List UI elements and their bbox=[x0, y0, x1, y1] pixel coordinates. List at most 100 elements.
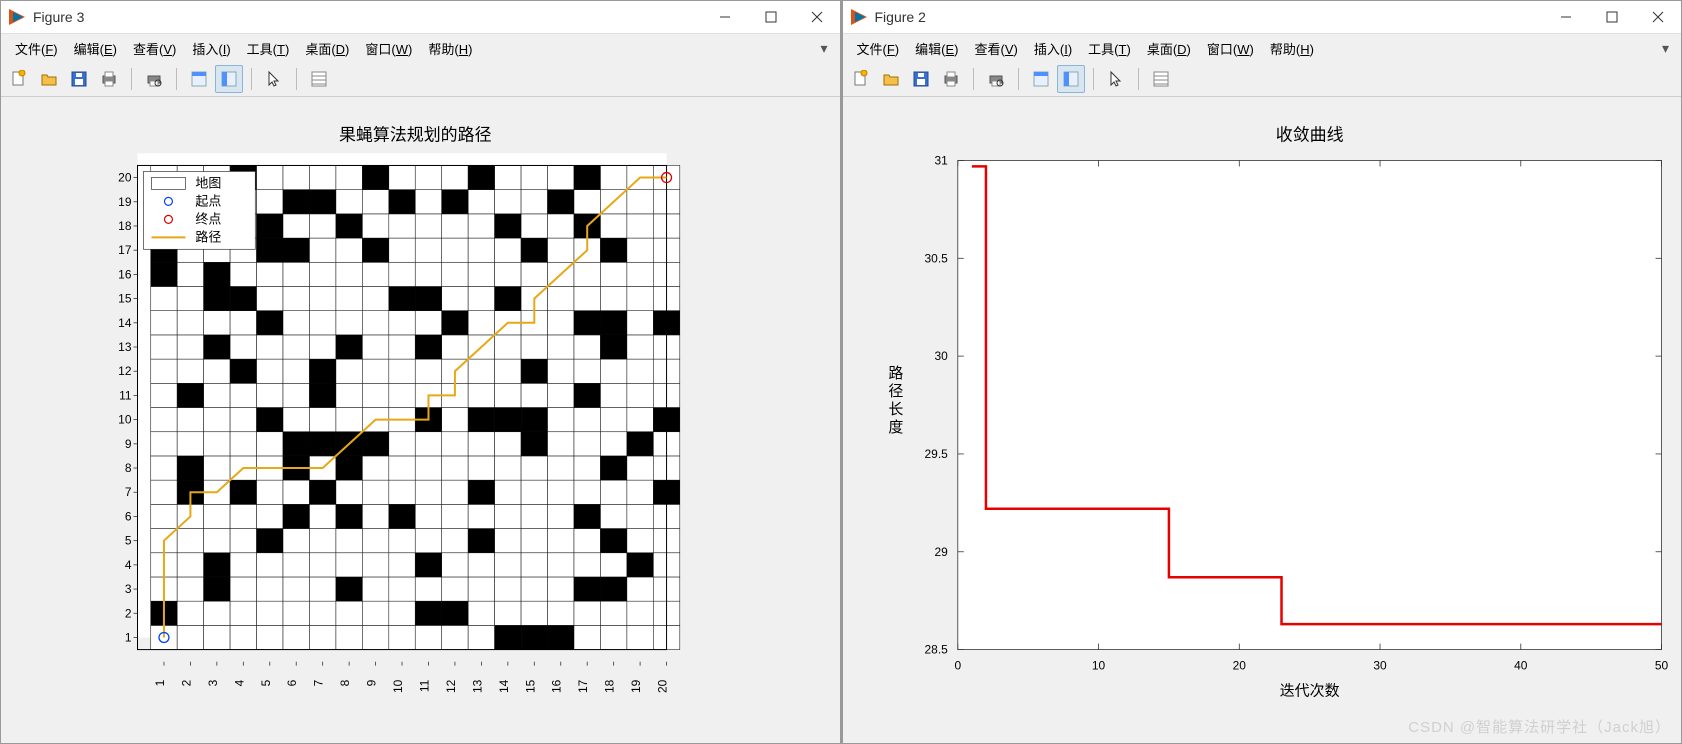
svg-text:30.5: 30.5 bbox=[924, 251, 948, 265]
toolbar-separator bbox=[131, 68, 132, 90]
menu-item[interactable]: 查看(V) bbox=[967, 37, 1026, 60]
svg-text:13: 13 bbox=[470, 679, 484, 693]
svg-text:19: 19 bbox=[629, 679, 643, 693]
svg-text:起点: 起点 bbox=[195, 193, 221, 208]
svg-text:11: 11 bbox=[119, 388, 132, 402]
matlab-icon bbox=[9, 9, 25, 25]
toolbar-separator bbox=[1018, 68, 1019, 90]
menu-item[interactable]: 窗口(W) bbox=[357, 37, 420, 60]
svg-text:0: 0 bbox=[954, 659, 961, 673]
svg-text:5: 5 bbox=[125, 534, 132, 548]
menu-item[interactable]: 插入(I) bbox=[184, 37, 238, 60]
minimize-button[interactable] bbox=[1543, 1, 1589, 33]
save-icon[interactable] bbox=[907, 65, 935, 93]
svg-text:6: 6 bbox=[285, 679, 299, 686]
toolbar-separator bbox=[973, 68, 974, 90]
toolbar-separator bbox=[296, 68, 297, 90]
svg-text:1: 1 bbox=[125, 630, 132, 644]
window-title: Figure 3 bbox=[33, 9, 84, 25]
svg-text:迭代次数: 迭代次数 bbox=[1279, 683, 1339, 700]
print-preview-icon[interactable] bbox=[982, 65, 1010, 93]
menubar: 文件(F)编辑(E)查看(V)插入(I)工具(T)桌面(D)窗口(W)帮助(H)… bbox=[1, 34, 840, 62]
new-figure-icon[interactable] bbox=[5, 65, 33, 93]
print-icon[interactable] bbox=[937, 65, 965, 93]
open-icon[interactable] bbox=[877, 65, 905, 93]
titlebar[interactable]: Figure 3 bbox=[1, 1, 840, 34]
titlebar[interactable]: Figure 2 bbox=[843, 1, 1682, 34]
svg-text:路径长度: 路径长度 bbox=[888, 365, 903, 436]
print-icon[interactable] bbox=[95, 65, 123, 93]
menu-item[interactable]: 帮助(H) bbox=[420, 37, 480, 60]
toolbar-separator bbox=[251, 68, 252, 90]
menu-item[interactable]: 编辑(E) bbox=[66, 37, 125, 60]
menu-item[interactable]: 查看(V) bbox=[125, 37, 184, 60]
svg-text:7: 7 bbox=[125, 485, 132, 499]
layout-icon[interactable] bbox=[1057, 65, 1085, 93]
grid-path-chart: 果蝇算法规划的路径1234567891011121314151617181920… bbox=[1, 97, 840, 743]
svg-text:路径: 路径 bbox=[195, 229, 221, 244]
menu-item[interactable]: 帮助(H) bbox=[1262, 37, 1322, 60]
svg-text:10: 10 bbox=[1091, 659, 1105, 673]
svg-text:8: 8 bbox=[338, 679, 352, 686]
status-icon[interactable] bbox=[1027, 65, 1055, 93]
menu-item[interactable]: 文件(F) bbox=[849, 37, 908, 60]
layout-icon[interactable] bbox=[215, 65, 243, 93]
svg-text:2: 2 bbox=[179, 679, 193, 686]
svg-text:10: 10 bbox=[391, 679, 405, 693]
svg-text:11: 11 bbox=[417, 679, 431, 692]
close-button[interactable] bbox=[794, 1, 840, 33]
svg-text:6: 6 bbox=[125, 509, 132, 523]
svg-text:4: 4 bbox=[125, 558, 132, 572]
minimize-button[interactable] bbox=[702, 1, 748, 33]
menu-item[interactable]: 工具(T) bbox=[1080, 37, 1139, 60]
datatip-icon[interactable] bbox=[1147, 65, 1175, 93]
menu-item[interactable]: 文件(F) bbox=[7, 37, 66, 60]
toolbar-separator bbox=[1138, 68, 1139, 90]
save-icon[interactable] bbox=[65, 65, 93, 93]
menu-item[interactable]: 编辑(E) bbox=[907, 37, 966, 60]
toolbar-separator bbox=[1093, 68, 1094, 90]
svg-text:30: 30 bbox=[1373, 659, 1387, 673]
menu-item[interactable]: 窗口(W) bbox=[1199, 37, 1262, 60]
print-preview-icon[interactable] bbox=[140, 65, 168, 93]
new-figure-icon[interactable] bbox=[847, 65, 875, 93]
figure-window-3: Figure 3 文件(F)编辑(E)查看(V)插入(I)工具(T)桌面(D)窗… bbox=[0, 0, 841, 744]
svg-text:29: 29 bbox=[934, 545, 948, 559]
convergence-chart: 收敛曲线0102030405028.52929.53030.531迭代次数路径长… bbox=[843, 97, 1682, 743]
svg-text:4: 4 bbox=[232, 679, 246, 686]
status-icon[interactable] bbox=[185, 65, 213, 93]
pointer-icon[interactable] bbox=[1102, 65, 1130, 93]
maximize-button[interactable] bbox=[748, 1, 794, 33]
svg-text:3: 3 bbox=[206, 679, 220, 686]
svg-text:9: 9 bbox=[125, 437, 132, 451]
menu-item[interactable]: 桌面(D) bbox=[1139, 37, 1199, 60]
svg-text:19: 19 bbox=[118, 195, 132, 209]
toolbar-separator bbox=[176, 68, 177, 90]
svg-text:15: 15 bbox=[523, 679, 537, 693]
svg-text:12: 12 bbox=[118, 364, 132, 378]
svg-text:收敛曲线: 收敛曲线 bbox=[1275, 126, 1343, 145]
maximize-button[interactable] bbox=[1589, 1, 1635, 33]
svg-text:14: 14 bbox=[497, 679, 511, 693]
pointer-icon[interactable] bbox=[260, 65, 288, 93]
menubar: 文件(F)编辑(E)查看(V)插入(I)工具(T)桌面(D)窗口(W)帮助(H)… bbox=[843, 34, 1682, 62]
menu-item[interactable]: 桌面(D) bbox=[297, 37, 357, 60]
open-icon[interactable] bbox=[35, 65, 63, 93]
menubar-overflow-icon[interactable]: ▾ bbox=[820, 40, 833, 57]
svg-text:14: 14 bbox=[118, 316, 132, 330]
svg-text:20: 20 bbox=[118, 171, 132, 185]
svg-text:40: 40 bbox=[1514, 659, 1528, 673]
menu-item[interactable]: 插入(I) bbox=[1026, 37, 1080, 60]
toolbar bbox=[843, 62, 1682, 97]
svg-text:50: 50 bbox=[1654, 659, 1668, 673]
menubar-overflow-icon[interactable]: ▾ bbox=[1662, 40, 1675, 57]
svg-text:10: 10 bbox=[118, 413, 132, 427]
svg-text:8: 8 bbox=[125, 461, 132, 475]
svg-text:20: 20 bbox=[656, 679, 670, 693]
svg-text:18: 18 bbox=[118, 219, 132, 233]
svg-text:16: 16 bbox=[118, 267, 132, 281]
close-button[interactable] bbox=[1635, 1, 1681, 33]
menu-item[interactable]: 工具(T) bbox=[239, 37, 298, 60]
svg-text:16: 16 bbox=[550, 679, 564, 693]
datatip-icon[interactable] bbox=[305, 65, 333, 93]
